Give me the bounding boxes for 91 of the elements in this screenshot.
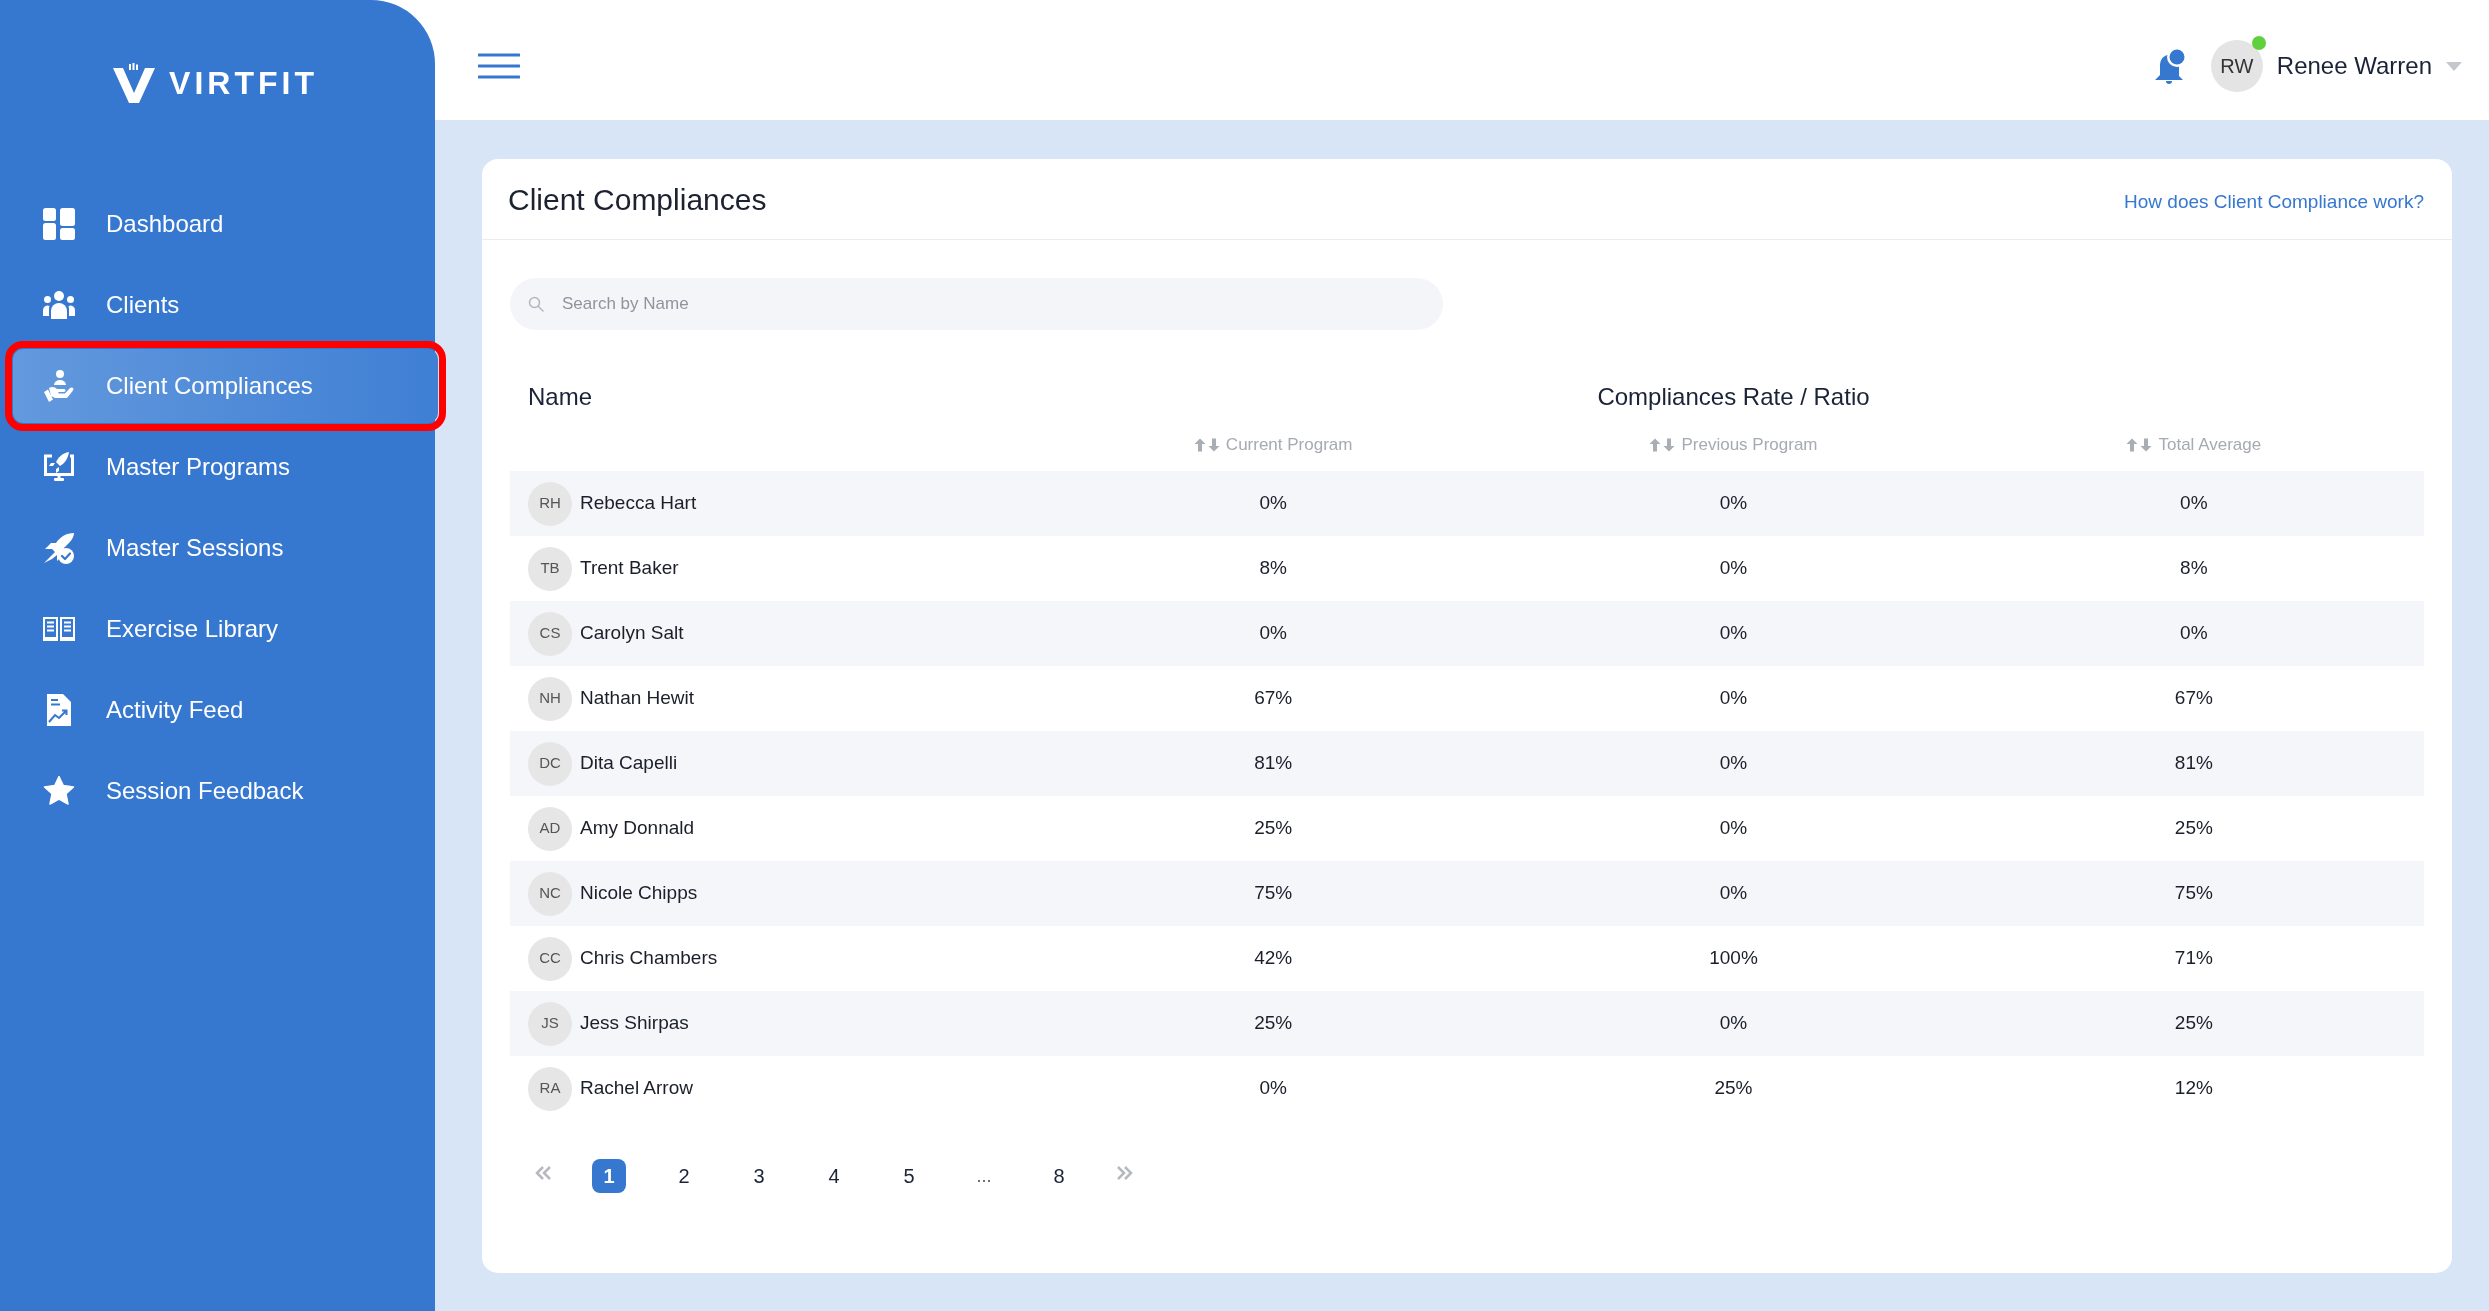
page-button[interactable]: 3 <box>742 1159 776 1193</box>
client-name: Trent Baker <box>580 556 679 581</box>
compliance-value: 0% <box>2180 621 2208 646</box>
client-avatar: CC <box>528 936 572 981</box>
compliance-value: 71% <box>2174 946 2213 971</box>
client-name: Amy Donnald <box>580 816 695 841</box>
star-icon <box>43 776 75 806</box>
sidebar-item[interactable]: Master Programs <box>13 430 438 504</box>
client-avatar: TB <box>528 546 572 591</box>
page-button[interactable]: 1 <box>592 1159 626 1193</box>
sidebar-item[interactable]: Exercise Library <box>13 592 438 666</box>
client-name: Rachel Arrow <box>580 1076 693 1101</box>
sort-arrows-icon[interactable] <box>1193 438 1220 452</box>
compliance-value: 81% <box>2174 751 2213 776</box>
caret-icon[interactable] <box>2446 61 2462 71</box>
dashboard-grid-icon <box>43 208 75 240</box>
compliance-value: 0% <box>1259 1076 1287 1101</box>
client-avatar: DC <box>528 741 572 786</box>
chevrons-left-icon[interactable] <box>535 1166 551 1180</box>
page-button[interactable]: 8 <box>1042 1159 1076 1193</box>
client-name: Nicole Chipps <box>580 881 698 906</box>
client-avatar: NH <box>528 676 572 721</box>
compliance-value: 25% <box>1714 1076 1753 1101</box>
client-avatar: JS <box>528 1001 572 1046</box>
compliance-value: 0% <box>1259 491 1287 516</box>
compliance-value: 8% <box>2180 556 2208 581</box>
user-avatar[interactable]: RW <box>2210 40 2263 92</box>
compliance-value: 81% <box>1254 751 1293 776</box>
client-avatar: CS <box>528 611 572 656</box>
client-avatar: RA <box>528 1066 572 1111</box>
column-heading: Name <box>527 382 594 412</box>
pagination-ellipsis: ... <box>975 1164 993 1188</box>
compliance-value: 0% <box>1719 556 1748 581</box>
sort-column-heading[interactable]: Current Program <box>1225 432 1353 458</box>
client-name: Carolyn Salt <box>580 621 684 646</box>
open-book-icon <box>43 617 75 641</box>
sort-column-heading[interactable]: Previous Program <box>1681 432 1818 458</box>
search-field[interactable]: Search by Name <box>510 278 1443 330</box>
sidebar-item[interactable]: Clients <box>13 268 438 342</box>
users-icon <box>43 291 75 319</box>
compliance-value: 0% <box>1259 621 1287 646</box>
user-name[interactable]: Renee Warren <box>2276 48 2432 84</box>
chevrons-right-icon[interactable] <box>1117 1166 1133 1180</box>
compliance-value: 25% <box>2174 816 2213 841</box>
brand-name: VIRTFIT <box>169 67 318 99</box>
document-chart-icon <box>46 694 72 726</box>
compliance-value: 25% <box>2174 1011 2213 1036</box>
menu-icon[interactable] <box>478 53 520 79</box>
compliance-value: 67% <box>2174 686 2213 711</box>
compliance-value: 25% <box>1254 1011 1293 1036</box>
compliance-value: 0% <box>1719 686 1748 711</box>
compliance-value: 100% <box>1709 946 1758 971</box>
compliance-value: 8% <box>1259 556 1287 581</box>
compliance-value: 0% <box>1719 751 1748 776</box>
hand-holding-person-icon <box>43 370 75 402</box>
client-avatar: NC <box>528 871 572 916</box>
page-button[interactable]: 5 <box>892 1159 926 1193</box>
sidebar-item[interactable]: Dashboard <box>13 187 438 261</box>
page-title: Client Compliances <box>508 181 767 218</box>
compliance-value: 0% <box>1719 491 1748 516</box>
page-button[interactable]: 2 <box>667 1159 701 1193</box>
column-group-heading: Compliances Rate / Ratio <box>1597 382 1870 412</box>
sort-arrows-icon[interactable] <box>1649 438 1676 452</box>
compliance-value: 67% <box>1254 686 1293 711</box>
client-avatar: AD <box>528 806 572 851</box>
client-avatar: RH <box>528 481 572 526</box>
client-name: Nathan Hewit <box>580 686 695 711</box>
compliance-value: 25% <box>1254 816 1293 841</box>
client-name: Dita Capelli <box>580 751 678 776</box>
help-link[interactable]: How does Client Compliance work? <box>2124 181 2424 217</box>
bell-icon[interactable] <box>2153 47 2188 85</box>
compliance-value: 0% <box>1719 816 1748 841</box>
sidebar-item[interactable]: Session Feedback <box>13 754 438 828</box>
compliance-value: 0% <box>1719 881 1748 906</box>
sort-arrows-icon[interactable] <box>2126 438 2153 452</box>
compliance-value: 42% <box>1254 946 1293 971</box>
page-button[interactable]: 4 <box>817 1159 851 1193</box>
rocket-check-icon <box>43 532 75 564</box>
compliance-value: 75% <box>1254 881 1293 906</box>
logo-mark-icon <box>113 63 156 103</box>
compliance-value: 0% <box>2180 491 2208 516</box>
compliance-value: 0% <box>1719 621 1748 646</box>
client-name: Chris Chambers <box>580 946 718 971</box>
search-icon <box>528 296 544 312</box>
client-name: Rebecca Hart <box>580 491 697 516</box>
compliance-value: 12% <box>2174 1076 2213 1101</box>
compliance-value: 75% <box>2174 881 2213 906</box>
client-name: Jess Shirpas <box>580 1011 689 1036</box>
compliance-value: 0% <box>1719 1011 1748 1036</box>
sort-column-heading[interactable]: Total Average <box>2158 432 2262 458</box>
monitor-rocket-icon <box>43 451 75 483</box>
